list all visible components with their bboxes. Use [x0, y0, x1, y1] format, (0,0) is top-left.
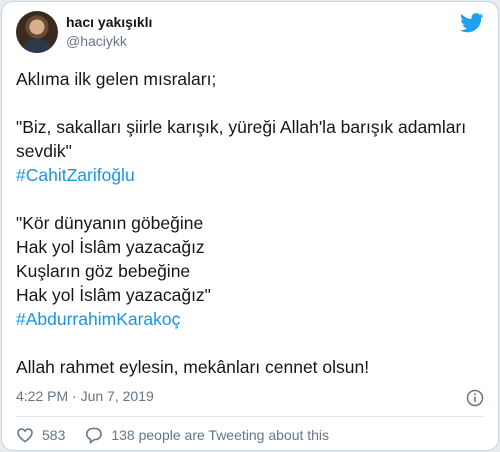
tweet-time[interactable]: 4:22 PM — [16, 388, 68, 404]
speech-bubble-icon — [86, 427, 103, 444]
quote2-line1: "Kör dünyanın göbeğine — [16, 213, 204, 233]
quote2-line3: Kuşların göz bebeğine — [16, 261, 191, 281]
like-count: 583 — [42, 427, 66, 443]
quote1-line2: sevdik" — [16, 141, 72, 161]
tweet-body: Aklıma ilk gelen mısraları; "Biz, sakall… — [16, 67, 486, 379]
tweet-date[interactable]: Jun 7, 2019 — [81, 388, 154, 404]
timestamp-separator: · — [72, 388, 77, 404]
tweet-intro-line: Aklıma ilk gelen mısraları; — [16, 69, 217, 89]
like-button[interactable]: 583 — [16, 426, 65, 444]
quote2-line4: Hak yol İslâm yazacağız" — [16, 285, 211, 305]
tweet-card: hacı yakışıklı @haciykk Aklıma ilk gelen… — [1, 1, 499, 451]
quote2-line2: Hak yol İslâm yazacağız — [16, 237, 205, 257]
hashtag-link-abdurrahim[interactable]: #AbdurrahimKarakoç — [16, 309, 180, 329]
info-icon[interactable] — [466, 389, 484, 407]
avatar[interactable] — [16, 11, 58, 53]
quote1-line1: "Biz, sakalları şiirle karışık, yüreği A… — [16, 117, 467, 137]
tweet-timestamp[interactable]: 4:22 PM · Jun 7, 2019 — [16, 388, 154, 404]
hashtag-link-cahit[interactable]: #CahitZarifoğlu — [16, 165, 135, 185]
tweeting-about-label: 138 people are Tweeting about this — [111, 427, 330, 443]
divider — [16, 416, 484, 417]
tweet-actions: 583 138 people are Tweeting about this — [16, 426, 349, 444]
author-display-name[interactable]: hacı yakışıklı — [66, 14, 152, 30]
tweeting-about-button[interactable]: 138 people are Tweeting about this — [85, 426, 329, 444]
author-handle[interactable]: @haciykk — [66, 33, 127, 49]
heart-icon — [17, 428, 33, 443]
twitter-bird-icon[interactable] — [460, 13, 484, 33]
tweet-closing-line: Allah rahmet eylesin, mekânları cennet o… — [16, 357, 370, 377]
